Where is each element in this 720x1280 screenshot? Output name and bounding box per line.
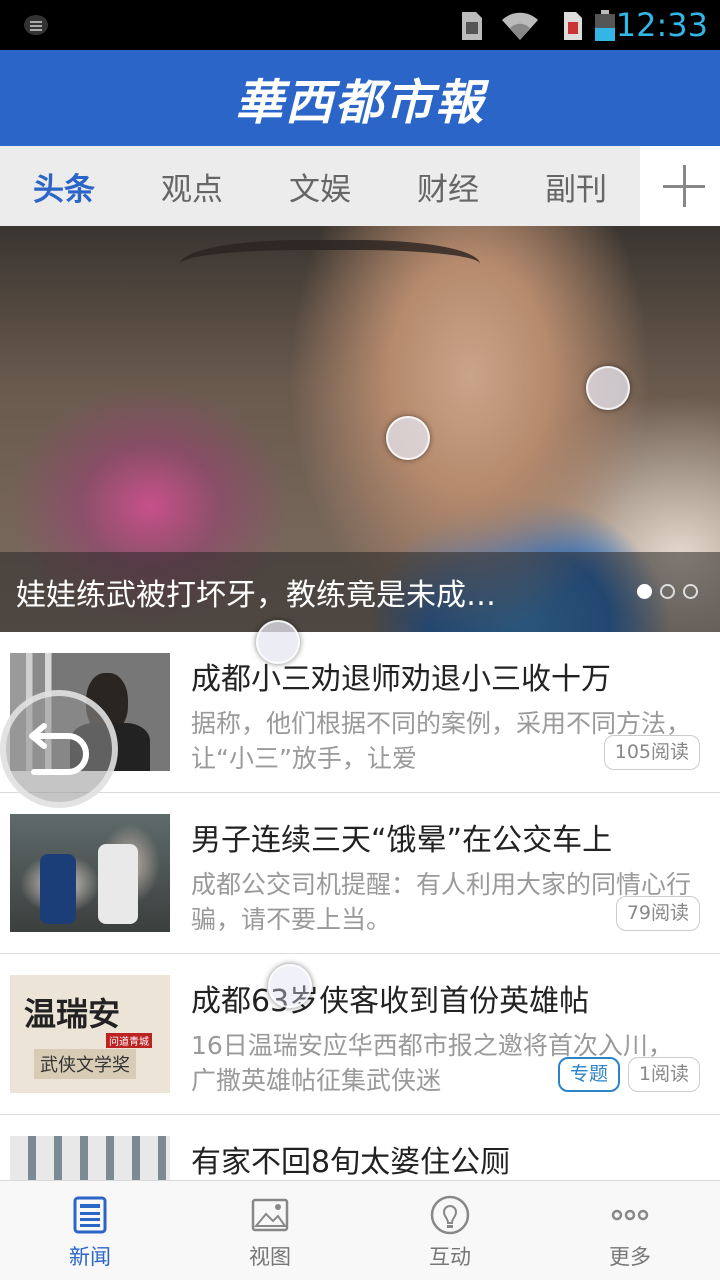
- tab-opinion[interactable]: 观点: [128, 146, 256, 226]
- carousel-dot[interactable]: [637, 584, 652, 599]
- hero-image: [180, 240, 480, 300]
- wifi-icon: [502, 12, 538, 40]
- thumb-text: 武侠文学奖: [34, 1049, 136, 1079]
- more-icon: [611, 1209, 649, 1221]
- battery-icon: [595, 10, 615, 41]
- news-thumbnail: 温瑞安 问道青城 武侠文学奖: [10, 975, 170, 1093]
- add-tab-button[interactable]: [640, 146, 720, 226]
- nav-label: 互动: [429, 1245, 471, 1269]
- thumb-text: 问道青城: [106, 1033, 152, 1048]
- category-tabs: 头条 观点 文娱 财经 副刊: [0, 146, 720, 226]
- hero-caption: 娃娃练武被打坏牙，教练竟是未成…: [16, 578, 496, 613]
- news-thumbnail: [10, 814, 170, 932]
- app-logo: 華西都市報: [234, 75, 485, 131]
- image-icon: [251, 1198, 289, 1232]
- tab-headlines[interactable]: 头条: [0, 146, 128, 226]
- nav-label: 新闻: [69, 1245, 111, 1269]
- read-count: 79阅读: [615, 896, 700, 931]
- touch-indicator: [268, 964, 312, 1008]
- read-count: 105阅读: [603, 735, 700, 770]
- news-item[interactable]: 温瑞安 问道青城 武侠文学奖 成都63岁侠客收到首份英雄帖 16日温瑞安应华西都…: [0, 954, 720, 1115]
- carousel-dot[interactable]: [660, 584, 675, 599]
- hero-caption-bar: 娃娃练武被打坏牙，教练竟是未成…: [0, 552, 720, 632]
- nav-label: 更多: [609, 1245, 651, 1269]
- thumb-text: 温瑞安: [24, 995, 121, 1033]
- clock: 12:33: [615, 6, 708, 44]
- floating-back-button[interactable]: [0, 690, 118, 808]
- sim-icon: [462, 12, 482, 40]
- tab-supplement[interactable]: 副刊: [512, 146, 640, 226]
- news-title: 男子连续三天“饿晕”在公交车上: [191, 823, 613, 858]
- carousel-dots: [637, 584, 698, 599]
- touch-indicator: [586, 366, 630, 410]
- nav-label: 视图: [249, 1245, 291, 1269]
- news-item[interactable]: 男子连续三天“饿晕”在公交车上 成都公交司机提醒：有人利用大家的同情心行骗，请不…: [0, 793, 720, 954]
- nav-interact[interactable]: 互动: [360, 1181, 540, 1280]
- news-title: 成都63岁侠客收到首份英雄帖: [191, 984, 590, 1019]
- touch-indicator: [386, 416, 430, 460]
- nav-pictures[interactable]: 视图: [180, 1181, 360, 1280]
- tab-finance[interactable]: 财经: [384, 146, 512, 226]
- bottom-navigation: 新闻 视图 互动 更多: [0, 1180, 720, 1280]
- hero-carousel[interactable]: 娃娃练武被打坏牙，教练竟是未成…: [0, 226, 720, 632]
- news-icon: [73, 1196, 107, 1234]
- news-title: 成都小三劝退师劝退小三收十万: [191, 662, 611, 697]
- bulb-icon: [430, 1195, 470, 1235]
- back-arrow-icon: [29, 723, 89, 775]
- app-header: 華西都市報: [0, 50, 720, 146]
- touch-indicator: [256, 620, 300, 664]
- topic-badge: 专题: [557, 1057, 620, 1092]
- status-bar: 12:33: [0, 0, 720, 50]
- carousel-dot[interactable]: [683, 584, 698, 599]
- nav-more[interactable]: 更多: [540, 1181, 720, 1280]
- menu-icon: [24, 15, 48, 35]
- sim2-icon: [564, 12, 582, 40]
- tab-entertainment[interactable]: 文娱: [256, 146, 384, 226]
- read-count: 1阅读: [627, 1057, 700, 1092]
- news-title: 有家不回8旬太婆住公厕: [191, 1145, 511, 1180]
- nav-news[interactable]: 新闻: [0, 1181, 180, 1280]
